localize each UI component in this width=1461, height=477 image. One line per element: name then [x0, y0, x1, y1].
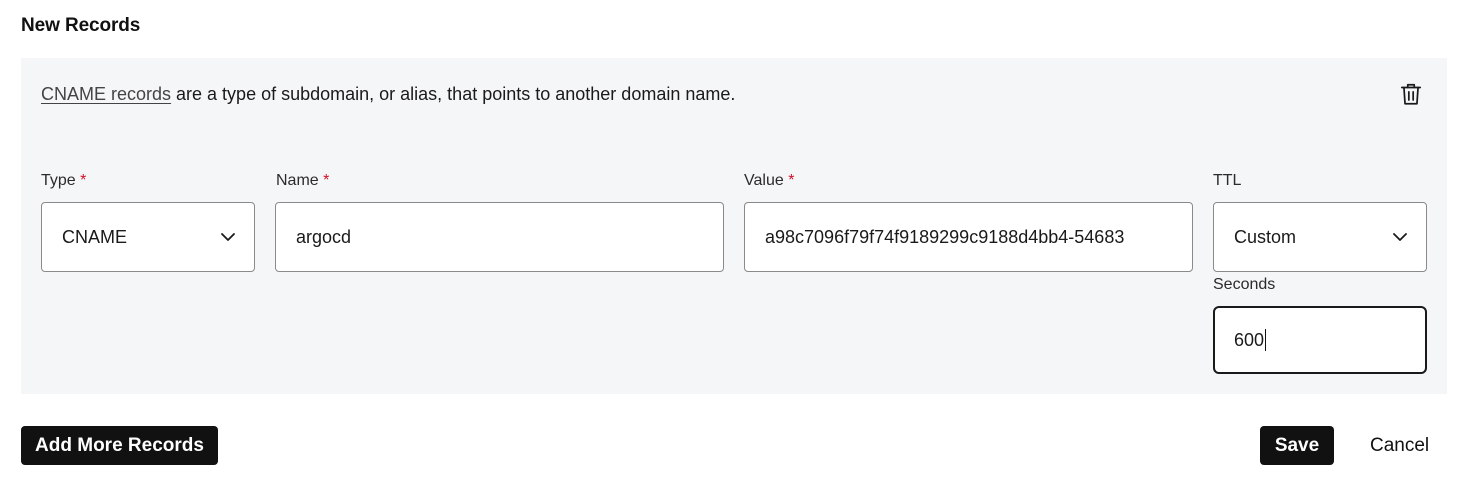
- name-input[interactable]: argocd: [275, 202, 724, 272]
- trash-icon: [1400, 83, 1422, 105]
- ttl-select-value: Custom: [1234, 226, 1297, 247]
- value-label: Value *: [744, 172, 795, 189]
- ttl-select[interactable]: Custom: [1213, 202, 1427, 272]
- section-title: New Records: [21, 15, 141, 36]
- seconds-input[interactable]: 600: [1213, 306, 1427, 374]
- required-mark: *: [788, 172, 795, 189]
- value-input-value: a98c7096f79f74f9189299c9188d4bb4-54683: [765, 226, 1125, 247]
- cancel-button[interactable]: Cancel: [1370, 435, 1429, 457]
- text-cursor: [1265, 329, 1267, 351]
- required-mark: *: [323, 172, 330, 189]
- type-select[interactable]: CNAME: [41, 202, 255, 272]
- record-description: CNAME records are a type of subdomain, o…: [41, 84, 735, 105]
- type-label: Type *: [41, 172, 87, 189]
- delete-record-button[interactable]: [1395, 78, 1427, 110]
- chevron-down-icon: [221, 233, 235, 241]
- seconds-label: Seconds: [1213, 276, 1276, 293]
- chevron-down-icon: [1393, 233, 1407, 241]
- name-input-value: argocd: [296, 226, 352, 247]
- record-panel: CNAME records are a type of subdomain, o…: [21, 58, 1447, 394]
- save-button[interactable]: Save: [1260, 426, 1334, 465]
- add-more-records-button[interactable]: Add More Records: [21, 426, 218, 465]
- ttl-label: TTL: [1213, 172, 1242, 189]
- name-label: Name *: [276, 172, 330, 189]
- value-input[interactable]: a98c7096f79f74f9189299c9188d4bb4-54683: [744, 202, 1193, 272]
- cname-records-link[interactable]: CNAME records: [41, 84, 171, 104]
- seconds-input-value: 600: [1234, 329, 1265, 350]
- description-text: are a type of subdomain, or alias, that …: [171, 84, 736, 104]
- required-mark: *: [80, 172, 87, 189]
- type-select-value: CNAME: [62, 226, 128, 247]
